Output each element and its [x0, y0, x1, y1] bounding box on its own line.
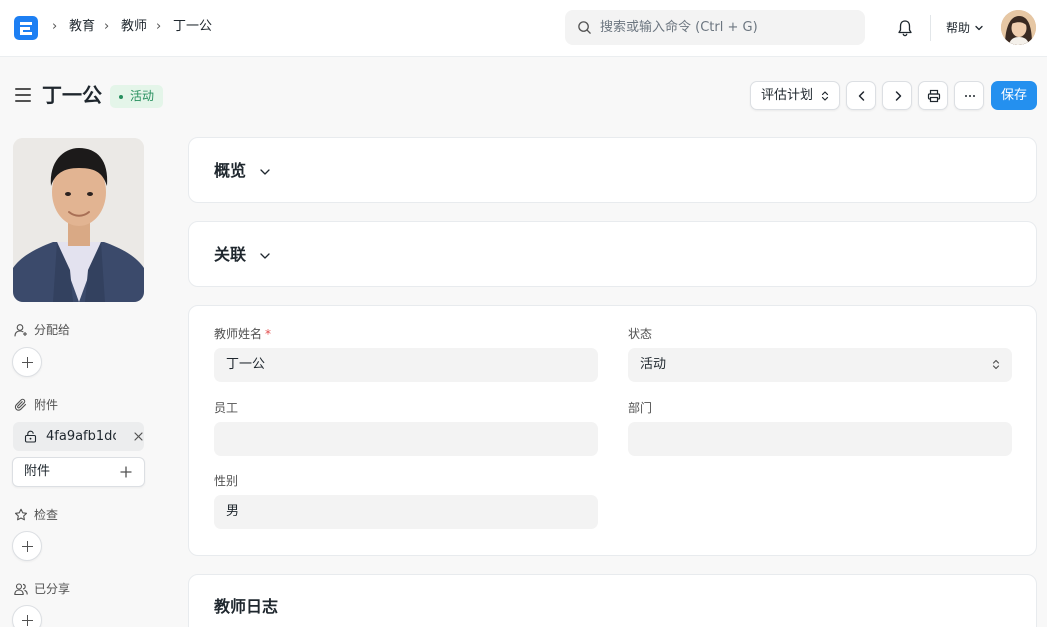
status-label: 状态 [628, 327, 653, 341]
chevron-down-icon[interactable] [974, 23, 984, 33]
assigned-to-label: 分配给 [34, 323, 71, 337]
more-actions-button[interactable] [954, 81, 984, 110]
add-review-button[interactable] [12, 531, 42, 561]
gender-field[interactable]: 男 [214, 495, 598, 529]
employee-label: 员工 [214, 401, 239, 415]
user-assign-icon [14, 324, 27, 337]
paperclip-icon [14, 398, 27, 411]
section-title-overview[interactable]: 概览 [214, 160, 246, 182]
lock-icon [24, 430, 37, 443]
instructor-name-label: 教师姓名 * [214, 327, 272, 341]
close-icon[interactable] [133, 431, 144, 442]
ellipsis-icon [965, 95, 975, 97]
chevron-right-icon [895, 91, 902, 101]
help-menu[interactable]: 帮助 [946, 19, 970, 37]
printer-icon [927, 89, 941, 103]
save-button[interactable]: 保存 [991, 81, 1037, 110]
page-title: 丁一公 [42, 83, 102, 107]
select-arrows-icon [992, 359, 1000, 370]
status-select-value: 活动 [640, 357, 667, 372]
profile-photo[interactable] [13, 138, 144, 302]
add-attachment-button[interactable]: 附件 [12, 457, 145, 487]
links-section[interactable]: 关联 [188, 221, 1037, 287]
shared-users-icon [14, 583, 28, 596]
chevron-left-icon [858, 91, 865, 101]
chevron-down-icon[interactable] [259, 166, 271, 178]
status-select[interactable]: 活动 [628, 348, 1012, 382]
sidebar-toggle-icon[interactable] [15, 88, 31, 102]
add-attachment-label: 附件 [24, 464, 51, 479]
department-field[interactable] [628, 422, 1012, 456]
next-record-button[interactable] [882, 81, 912, 110]
shared-with-label: 已分享 [34, 582, 71, 596]
add-assignee-button[interactable] [12, 347, 42, 377]
navbar: › 教育 › 教师 › 丁一公 搜索或输入命令 (Ctrl + G) 帮助 [0, 0, 1047, 57]
divider [930, 15, 931, 41]
app-logo[interactable] [14, 16, 38, 40]
notification-bell-icon[interactable] [895, 18, 915, 38]
star-icon [14, 508, 28, 521]
review-label: 检查 [34, 508, 59, 522]
plus-icon [120, 466, 132, 478]
chevron-right-icon: › [52, 19, 58, 34]
print-button[interactable] [918, 81, 948, 110]
search-input[interactable]: 搜索或输入命令 (Ctrl + G) [600, 19, 758, 37]
breadcrumb-instructor[interactable]: 教师 [121, 18, 147, 36]
attachment-filename[interactable]: 4fa9afb1dc [46, 428, 116, 445]
search-icon [578, 21, 591, 34]
instructor-log-section: 教师日志 [188, 574, 1037, 627]
assessment-plan-button[interactable]: 评估计划 [750, 81, 840, 110]
instructor-details-form: 教师姓名 * 丁一公 状态 活动 员工 部门 性别 男 [188, 305, 1037, 556]
previous-record-button[interactable] [846, 81, 876, 110]
chevron-down-icon[interactable] [259, 250, 271, 262]
breadcrumb-current[interactable]: 丁一公 [173, 18, 212, 36]
add-share-button[interactable] [12, 605, 42, 627]
section-title-links[interactable]: 关联 [214, 244, 246, 266]
search-bar[interactable]: 搜索或输入命令 (Ctrl + G) [565, 10, 865, 45]
attachments-label: 附件 [34, 398, 59, 412]
gender-label: 性别 [214, 474, 239, 488]
attachment-item[interactable]: 4fa9afb1dc [13, 422, 144, 451]
chevron-right-icon: › [156, 19, 162, 34]
instructor-name-field[interactable]: 丁一公 [214, 348, 598, 382]
select-arrows-icon [821, 91, 829, 101]
overview-section[interactable]: 概览 [188, 137, 1037, 203]
assessment-plan-label: 评估计划 [761, 88, 814, 103]
chevron-right-icon: › [104, 19, 110, 34]
status-badge: 活动 [110, 85, 164, 108]
department-label: 部门 [628, 401, 653, 415]
user-avatar[interactable] [1001, 10, 1036, 45]
employee-field[interactable] [214, 422, 598, 456]
section-title-log: 教师日志 [214, 597, 279, 616]
breadcrumb-education[interactable]: 教育 [69, 18, 95, 36]
